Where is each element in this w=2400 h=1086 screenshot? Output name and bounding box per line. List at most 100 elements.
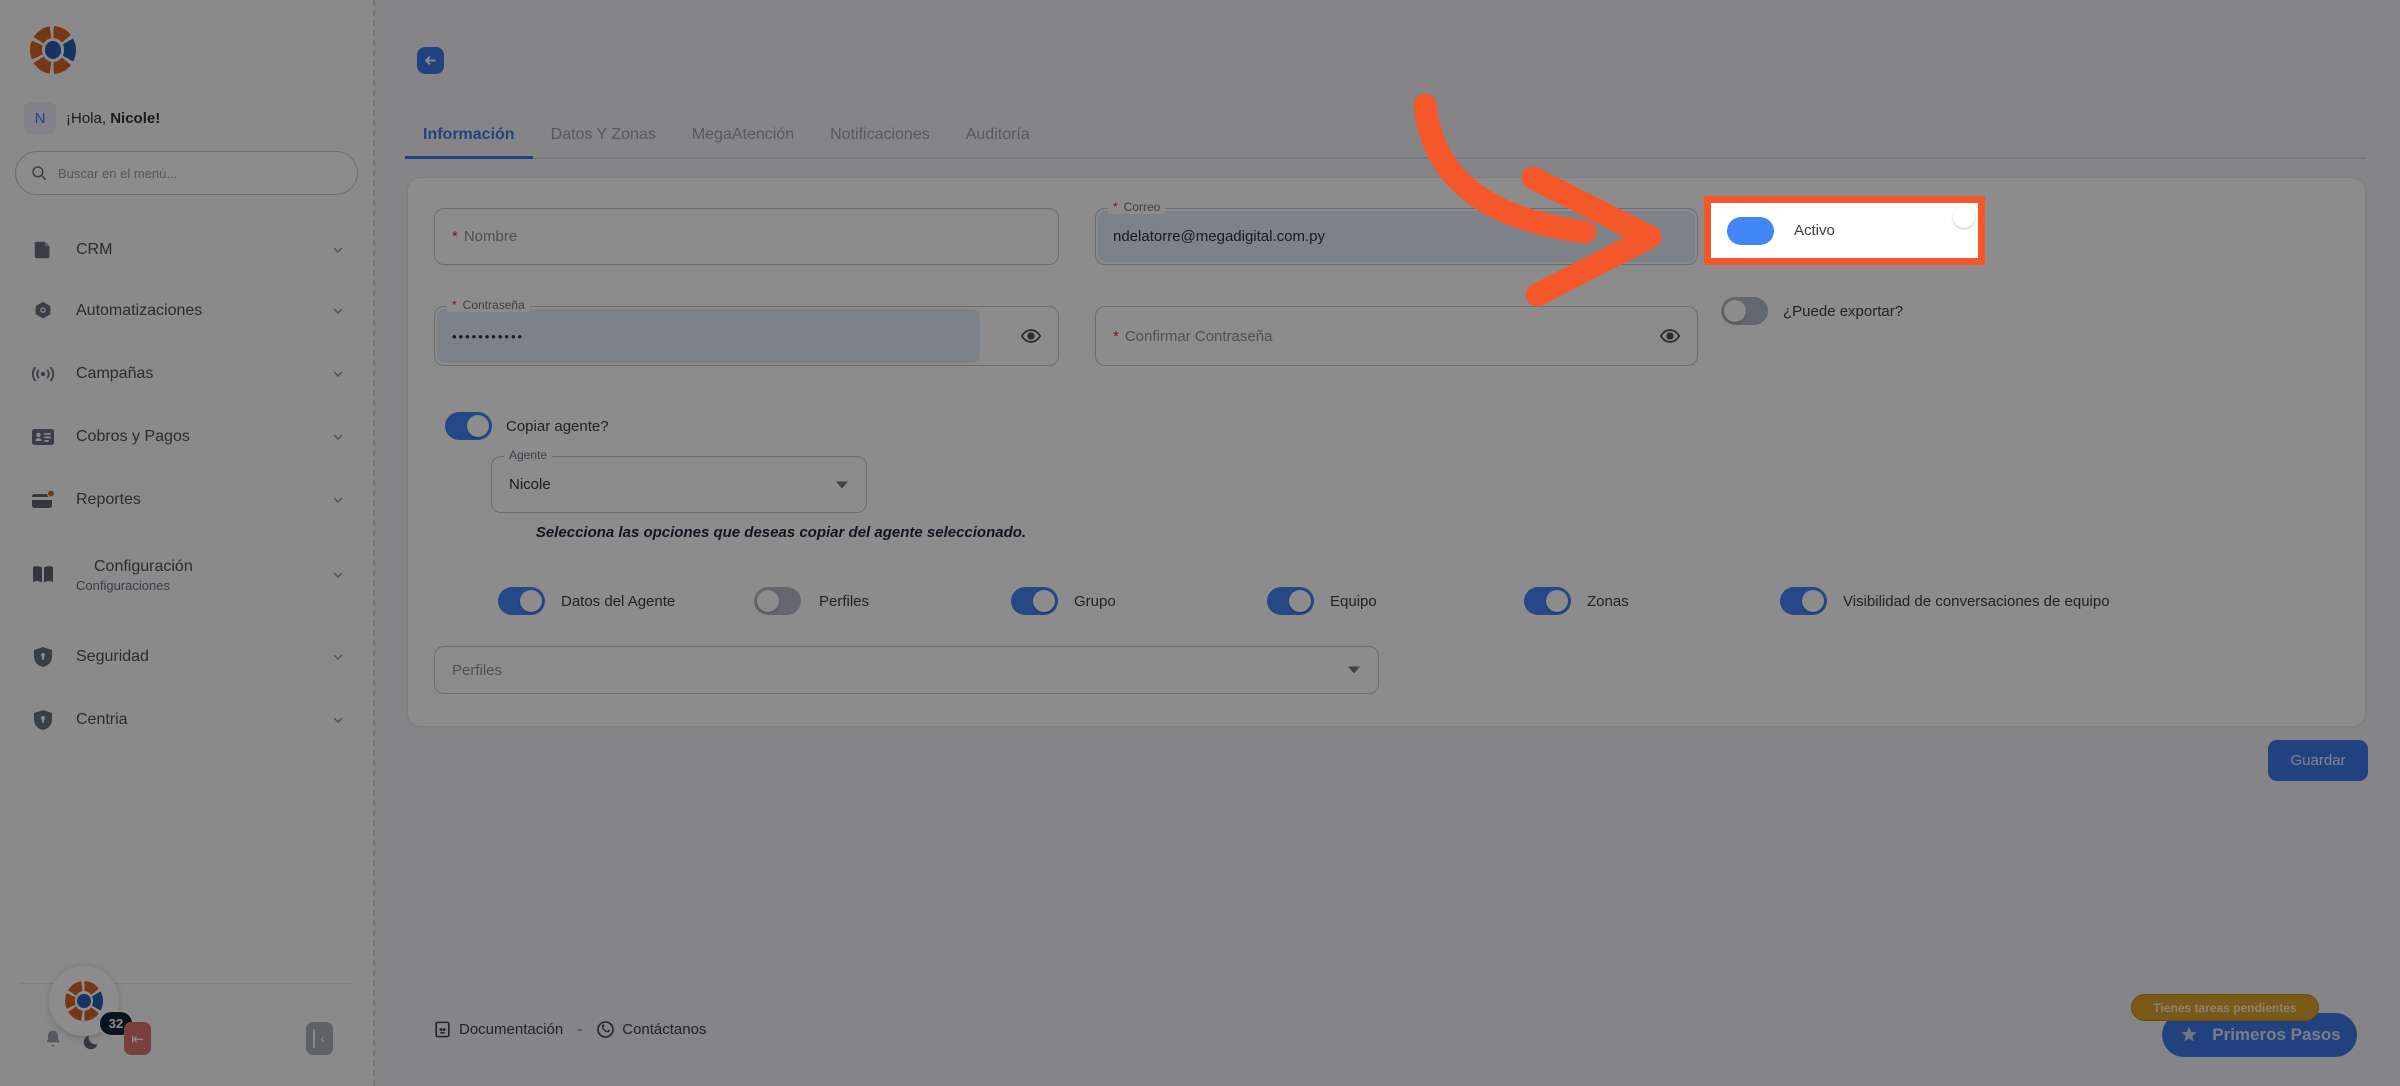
avatar: N — [24, 102, 56, 134]
chevron-down-icon — [330, 242, 346, 258]
id-card-icon — [28, 426, 58, 448]
chevron-down-icon — [330, 649, 346, 665]
perfiles-toggle[interactable] — [754, 587, 801, 615]
sidebar-item-reportes[interactable]: Reportes — [28, 477, 346, 523]
file-icon — [28, 239, 58, 261]
chevron-down-icon — [836, 481, 848, 488]
tab-megaatencion[interactable]: MegaAtención — [674, 112, 812, 157]
collapse-sidebar-icon[interactable]: ‹ — [306, 1022, 333, 1055]
sidebar-item-label: Centria — [76, 711, 128, 729]
sidebar-item-label: CRM — [76, 241, 112, 259]
chevron-down-icon — [330, 567, 346, 583]
contrasena-value: ••••••••••• — [452, 329, 524, 344]
save-button[interactable]: Guardar — [2268, 740, 2368, 781]
form-card: *Nombre *Correo ndelatorre@megadigital.c… — [407, 177, 2366, 727]
sidebar-item-sublabel: Configuraciones — [76, 578, 193, 593]
activo-toggle[interactable] — [1727, 217, 1774, 245]
brand-logo-icon — [65, 981, 103, 1021]
shield-icon — [28, 646, 58, 668]
sidebar-item-automatizaciones[interactable]: Automatizaciones — [28, 288, 346, 334]
chevron-down-icon — [330, 492, 346, 508]
broadcast-icon — [28, 363, 58, 385]
logout-icon[interactable]: ⇤ — [124, 1022, 151, 1055]
main-content: Información Datos Y Zonas MegaAtención N… — [375, 0, 2400, 1086]
confirmar-placeholder: Confirmar Contraseña — [1125, 328, 1273, 345]
activo-highlight-box: Activo — [1704, 196, 1985, 265]
datos-del-agente-toggle[interactable] — [498, 587, 545, 615]
footer-separator: - — [577, 1021, 582, 1038]
pending-tasks-tooltip: Tienes tareas pendientes — [2131, 994, 2319, 1021]
chevron-down-icon — [330, 366, 346, 382]
puede-exportar-toggle[interactable] — [1721, 297, 1768, 325]
zonas-label: Zonas — [1587, 593, 1629, 610]
perfiles-toggle-label: Perfiles — [819, 593, 869, 610]
nombre-field[interactable]: *Nombre — [434, 208, 1059, 265]
zonas-toggle[interactable] — [1524, 587, 1571, 615]
greeting-text: ¡Hola, Nicole! — [66, 110, 160, 127]
sidebar-item-campanas[interactable]: Campañas — [28, 351, 346, 397]
tab-datos-y-zonas[interactable]: Datos Y Zonas — [533, 112, 674, 157]
sidebar-item-label: Configuración — [94, 558, 193, 576]
bell-icon[interactable] — [42, 1026, 64, 1052]
tab-informacion[interactable]: Información — [405, 112, 533, 157]
star-icon — [2178, 1024, 2200, 1046]
chevron-down-icon — [330, 429, 346, 445]
credit-card-icon — [28, 489, 58, 511]
correo-field[interactable]: *Correo ndelatorre@megadigital.com.py — [1095, 208, 1698, 265]
shield-icon — [28, 709, 58, 731]
arrow-left-icon — [423, 53, 438, 68]
back-button[interactable] — [417, 47, 444, 74]
contact-link[interactable]: Contáctanos — [596, 1020, 706, 1039]
tab-notificaciones[interactable]: Notificaciones — [812, 112, 948, 157]
copy-options-helper-text: Selecciona las opciones que deseas copia… — [492, 524, 1070, 541]
toggle-password-visibility-icon[interactable] — [1020, 325, 1042, 347]
sidebar-item-crm[interactable]: CRM — [28, 227, 346, 273]
sidebar-item-label: Cobros y Pagos — [76, 428, 190, 446]
dark-mode-moon-icon[interactable] — [80, 1030, 102, 1054]
chevron-down-icon — [330, 712, 346, 728]
tab-bar: Información Datos Y Zonas MegaAtención N… — [405, 112, 2366, 159]
sidebar-item-seguridad[interactable]: Seguridad — [28, 634, 346, 680]
copiar-agente-label: Copiar agente? — [506, 418, 609, 435]
menu-search[interactable] — [15, 151, 358, 195]
grupo-label: Grupo — [1074, 593, 1116, 610]
datos-del-agente-label: Datos del Agente — [561, 593, 675, 610]
document-icon — [433, 1020, 452, 1039]
copiar-agente-toggle[interactable] — [445, 412, 492, 440]
sidebar-item-label: Seguridad — [76, 648, 149, 666]
perfiles-placeholder: Perfiles — [452, 662, 502, 679]
toggle-password-visibility-icon[interactable] — [1659, 325, 1681, 347]
equipo-toggle[interactable] — [1267, 587, 1314, 615]
sidebar-item-configuracion[interactable]: Configuración Configuraciones — [28, 542, 346, 608]
confirmar-contrasena-field[interactable]: *Confirmar Contraseña — [1095, 306, 1698, 366]
gear-icon — [28, 300, 58, 322]
correo-label: *Correo — [1108, 200, 1165, 214]
contrasena-field[interactable]: *Contraseña ••••••••••• — [434, 306, 1059, 366]
chevron-down-icon — [330, 303, 346, 319]
brand-logo-icon — [30, 26, 76, 74]
page-footer: Documentación - Contáctanos — [433, 1020, 706, 1039]
equipo-label: Equipo — [1330, 593, 1377, 610]
contrasena-label: *Contraseña — [447, 298, 530, 312]
app-root: N ¡Hola, Nicole! CRM Automatizaciones Ca… — [0, 0, 2400, 1086]
sidebar-item-cobros-pagos[interactable]: Cobros y Pagos — [28, 414, 346, 460]
nombre-placeholder: Nombre — [464, 228, 517, 245]
sidebar-item-label: Automatizaciones — [76, 302, 202, 320]
documentation-link[interactable]: Documentación — [433, 1020, 563, 1039]
agente-label: Agente — [504, 448, 552, 462]
activo-label: Activo — [1794, 222, 1835, 239]
agente-select[interactable]: Agente Nicole — [491, 456, 867, 513]
perfiles-select[interactable]: Perfiles — [434, 646, 1379, 694]
sidebar: N ¡Hola, Nicole! CRM Automatizaciones Ca… — [0, 0, 375, 1086]
correo-value: ndelatorre@megadigital.com.py — [1113, 228, 1325, 245]
puede-exportar-label: ¿Puede exportar? — [1783, 303, 1903, 320]
search-input[interactable] — [58, 166, 343, 181]
search-icon — [30, 164, 48, 182]
visibilidad-conversaciones-label: Visibilidad de conversaciones de equipo — [1843, 593, 2110, 610]
sidebar-item-label: Reportes — [76, 491, 141, 509]
phone-icon — [596, 1020, 615, 1039]
visibilidad-conversaciones-toggle[interactable] — [1780, 587, 1827, 615]
sidebar-item-centria[interactable]: Centria — [28, 697, 346, 743]
tab-auditoria[interactable]: Auditoría — [948, 112, 1048, 157]
grupo-toggle[interactable] — [1011, 587, 1058, 615]
